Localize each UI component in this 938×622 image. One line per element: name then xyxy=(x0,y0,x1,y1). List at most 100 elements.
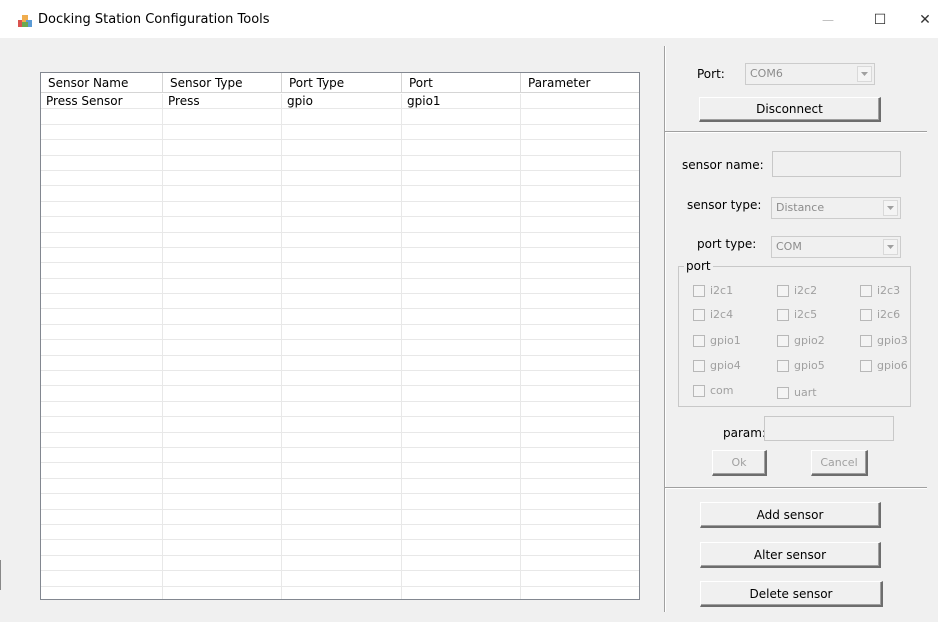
empty-row xyxy=(41,124,639,141)
checkbox-label: gpio6 xyxy=(877,359,908,372)
empty-row xyxy=(41,540,639,556)
empty-cell xyxy=(402,324,521,340)
empty-cell xyxy=(163,170,282,186)
empty-cell xyxy=(163,417,282,432)
empty-cell xyxy=(521,202,639,216)
empty-cell xyxy=(521,356,639,370)
cancel-button[interactable]: Cancel xyxy=(811,450,868,476)
checkbox-box xyxy=(860,308,872,321)
empty-cell xyxy=(282,155,402,170)
empty-cell xyxy=(402,201,521,217)
checkbox-gpio2[interactable]: gpio2 xyxy=(777,334,825,347)
checkbox-gpio5[interactable]: gpio5 xyxy=(777,359,825,372)
empty-cell xyxy=(521,540,639,554)
checkbox-com[interactable]: com xyxy=(693,384,734,397)
empty-row xyxy=(41,155,639,171)
cell-port: gpio1 xyxy=(402,94,521,109)
checkbox-uart[interactable]: uart xyxy=(777,386,817,399)
param-label: param: xyxy=(723,426,766,440)
empty-cell xyxy=(521,510,639,524)
alter-sensor-button[interactable]: Alter sensor xyxy=(700,542,881,568)
checkbox-i2c4[interactable]: i2c4 xyxy=(693,308,733,321)
checkbox-i2c5[interactable]: i2c5 xyxy=(777,308,817,321)
port-type-select[interactable]: COM xyxy=(771,236,901,258)
checkbox-gpio4[interactable]: gpio4 xyxy=(693,359,741,372)
disconnect-button[interactable]: Disconnect xyxy=(699,97,881,122)
empty-cell xyxy=(402,555,521,571)
delete-sensor-button[interactable]: Delete sensor xyxy=(700,581,883,607)
checkbox-gpio1[interactable]: gpio1 xyxy=(693,334,741,347)
empty-cell xyxy=(282,447,402,463)
maximize-button[interactable]: ☐ xyxy=(860,6,900,34)
column-header-port[interactable]: Port xyxy=(402,73,521,93)
empty-row xyxy=(41,217,639,233)
close-button[interactable]: ✕ xyxy=(905,6,938,34)
empty-row xyxy=(41,294,639,310)
empty-cell xyxy=(282,170,402,186)
checkbox-label: gpio1 xyxy=(710,334,741,347)
column-header-sensor-type[interactable]: Sensor Type xyxy=(163,73,282,93)
checkbox-gpio3[interactable]: gpio3 xyxy=(860,334,908,347)
minimize-button[interactable]: — xyxy=(808,6,848,34)
empty-row xyxy=(41,509,639,525)
empty-cell xyxy=(163,263,282,278)
empty-cell xyxy=(163,109,282,124)
empty-cell xyxy=(521,325,639,339)
checkbox-box xyxy=(693,384,705,397)
empty-row xyxy=(41,478,639,495)
checkbox-box xyxy=(693,359,705,372)
column-header-sensor-name[interactable]: Sensor Name xyxy=(41,73,163,93)
empty-cell xyxy=(521,171,639,185)
empty-cell xyxy=(521,587,639,600)
chevron-down-icon xyxy=(883,200,898,216)
checkbox-i2c3[interactable]: i2c3 xyxy=(860,284,900,297)
checkbox-box xyxy=(777,308,789,321)
empty-cell xyxy=(41,494,163,509)
empty-cell xyxy=(282,232,402,247)
empty-cell xyxy=(282,263,402,278)
checkbox-gpio6[interactable]: gpio6 xyxy=(860,359,908,372)
empty-cell xyxy=(282,140,402,155)
port-group-title: port xyxy=(684,259,713,273)
sensor-type-select[interactable]: Distance xyxy=(771,197,901,219)
empty-cell xyxy=(282,586,402,599)
checkbox-box xyxy=(777,334,789,347)
empty-cell xyxy=(41,555,163,571)
empty-cell xyxy=(41,140,163,155)
empty-cell xyxy=(282,201,402,217)
empty-cell xyxy=(402,401,521,417)
empty-cell xyxy=(163,571,282,586)
empty-cell xyxy=(282,109,402,124)
column-header-port-type[interactable]: Port Type xyxy=(282,73,402,93)
empty-row xyxy=(41,201,639,218)
column-header-parameter[interactable]: Parameter xyxy=(521,73,639,93)
empty-cell xyxy=(402,140,521,155)
add-sensor-button[interactable]: Add sensor xyxy=(700,502,881,528)
empty-row xyxy=(41,432,639,448)
port-type-value: COM xyxy=(776,240,802,253)
checkbox-i2c2[interactable]: i2c2 xyxy=(777,284,817,297)
empty-cell xyxy=(282,432,402,447)
empty-cell xyxy=(521,125,639,139)
empty-cell xyxy=(282,294,402,309)
table-row[interactable]: Press Sensor Press gpio gpio1 xyxy=(41,94,639,110)
empty-cell xyxy=(521,294,639,308)
empty-cell xyxy=(402,509,521,524)
chevron-down-icon xyxy=(883,239,898,255)
param-input[interactable] xyxy=(764,416,894,441)
port-select[interactable]: COM6 xyxy=(745,63,875,85)
empty-cell xyxy=(163,401,282,417)
sensor-list[interactable]: Sensor Name Sensor Type Port Type Port P… xyxy=(40,72,640,600)
checkbox-i2c1[interactable]: i2c1 xyxy=(693,284,733,297)
ok-button[interactable]: Ok xyxy=(712,450,767,476)
sensor-name-input[interactable] xyxy=(772,151,901,177)
cell-port-type: gpio xyxy=(282,94,402,109)
empty-cell xyxy=(41,247,163,263)
checkbox-label: gpio3 xyxy=(877,334,908,347)
maximize-icon: ☐ xyxy=(873,12,887,28)
minimize-icon: — xyxy=(822,13,834,27)
empty-cell xyxy=(402,371,521,386)
chevron-down-icon xyxy=(857,66,872,82)
empty-cell xyxy=(163,140,282,155)
checkbox-i2c6[interactable]: i2c6 xyxy=(860,308,900,321)
